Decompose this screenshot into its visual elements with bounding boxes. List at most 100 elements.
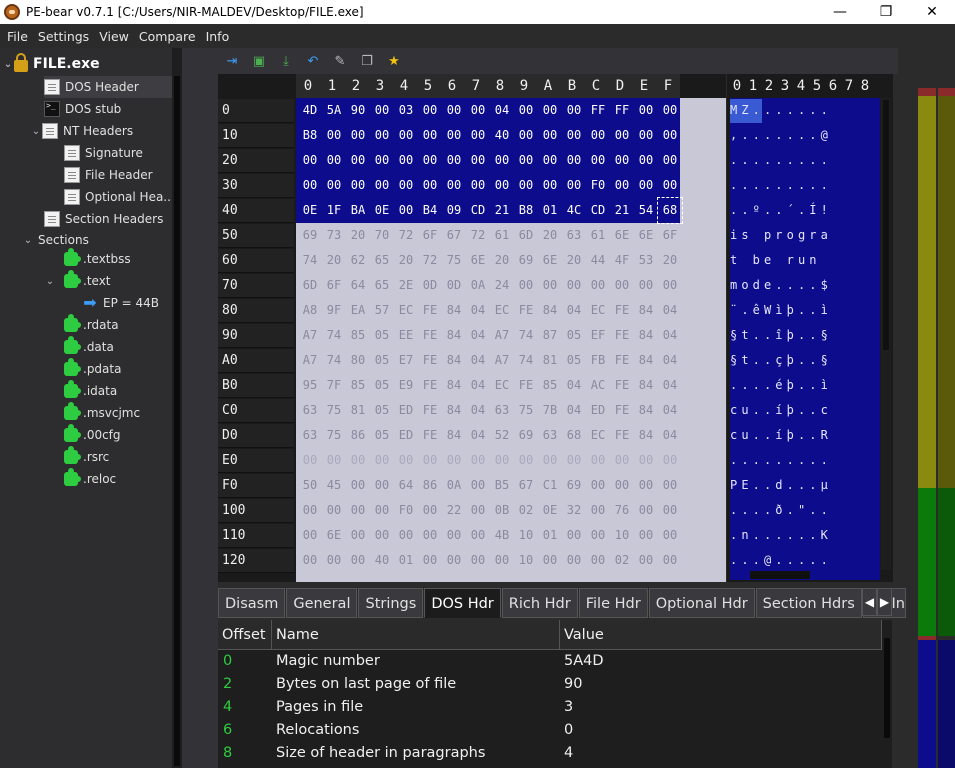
hex-byte[interactable]: 00 xyxy=(538,548,562,573)
ascii-row[interactable]: ,.......@ xyxy=(730,123,832,148)
copy-icon[interactable]: ❐ xyxy=(357,51,377,71)
hex-byte[interactable]: 87 xyxy=(538,323,562,348)
hex-byte[interactable]: 20 xyxy=(658,248,682,273)
hex-byte[interactable]: 84 xyxy=(442,423,466,448)
hex-byte[interactable]: 72 xyxy=(394,223,418,248)
hex-row[interactable]: 0E 1F BA 0E 00 B4 09 CD 21 B8 01 4C CD 21 54 68 xyxy=(298,197,683,224)
hex-byte[interactable]: 81 xyxy=(538,348,562,373)
hex-byte[interactable]: 00 xyxy=(394,448,418,473)
hex-byte[interactable]: 84 xyxy=(634,348,658,373)
hex-byte[interactable]: 63 xyxy=(490,398,514,423)
hex-byte[interactable]: 05 xyxy=(562,348,586,373)
hex-byte[interactable]: 1F xyxy=(322,198,346,223)
hex-byte[interactable]: 5A xyxy=(322,98,346,123)
hex-byte[interactable]: 52 xyxy=(490,423,514,448)
hex-byte[interactable]: 6F xyxy=(322,273,346,298)
hex-row[interactable]: 74 20 62 65 20 72 75 6E 20 69 6E 20 44 4F 53 20 xyxy=(298,248,682,273)
hex-byte[interactable]: E9 xyxy=(394,373,418,398)
ascii-row[interactable]: MZ....... xyxy=(730,98,832,123)
tree-item-section[interactable]: .data xyxy=(64,336,114,358)
hex-byte[interactable]: FE xyxy=(418,398,442,423)
hex-byte[interactable]: 61 xyxy=(490,223,514,248)
save-icon[interactable]: ▣ xyxy=(249,51,269,71)
hex-byte[interactable]: 86 xyxy=(346,423,370,448)
hex-byte[interactable]: 61 xyxy=(586,223,610,248)
hex-byte[interactable]: 00 xyxy=(394,148,418,173)
hex-byte[interactable]: 68 xyxy=(657,197,683,224)
hex-byte[interactable]: 7F xyxy=(322,373,346,398)
hex-byte[interactable]: 0A xyxy=(442,473,466,498)
hex-byte[interactable]: 64 xyxy=(394,473,418,498)
hex-byte[interactable]: 00 xyxy=(610,448,634,473)
ascii-row[interactable]: .n......K xyxy=(730,523,832,548)
hex-byte[interactable]: 04 xyxy=(562,373,586,398)
hex-byte[interactable]: 00 xyxy=(514,448,538,473)
hex-byte[interactable]: EA xyxy=(346,298,370,323)
hex-byte[interactable]: 00 xyxy=(442,448,466,473)
hex-byte[interactable]: 00 xyxy=(610,173,634,198)
hex-byte[interactable]: 00 xyxy=(610,273,634,298)
menu-compare[interactable]: Compare xyxy=(134,29,201,44)
tree-item-section[interactable]: ⌄ .text xyxy=(44,270,111,292)
hex-byte[interactable]: 63 xyxy=(298,423,322,448)
hex-byte[interactable]: 00 xyxy=(466,173,490,198)
hex-byte[interactable]: FE xyxy=(418,323,442,348)
ascii-vertical-scrollbar[interactable] xyxy=(881,98,891,570)
scrollbar-thumb[interactable] xyxy=(174,76,180,766)
tree-item-section[interactable]: .rsrc xyxy=(64,446,109,468)
hex-byte[interactable]: 04 xyxy=(562,398,586,423)
hex-byte[interactable]: 00 xyxy=(562,98,586,123)
tree-root-file[interactable]: ⌄ FILE.exe xyxy=(2,53,100,75)
hex-byte[interactable]: 00 xyxy=(466,148,490,173)
hex-row[interactable]: 63 75 86 05 ED FE 84 04 52 69 63 68 EC FE 84 04 xyxy=(298,423,682,448)
hex-byte[interactable]: FE xyxy=(610,373,634,398)
hex-byte[interactable]: 00 xyxy=(490,173,514,198)
tree-item-section[interactable]: .textbss xyxy=(64,248,131,270)
hex-byte[interactable]: A7 xyxy=(490,348,514,373)
ascii-row[interactable]: ......... xyxy=(730,448,832,473)
hex-byte[interactable]: 00 xyxy=(466,523,490,548)
hex-byte[interactable]: 00 xyxy=(346,523,370,548)
hex-byte[interactable]: 80 xyxy=(346,348,370,373)
hex-byte[interactable]: 84 xyxy=(634,298,658,323)
hex-byte[interactable]: 00 xyxy=(346,123,370,148)
hex-byte[interactable]: B4 xyxy=(418,198,442,223)
hex-byte[interactable]: 00 xyxy=(562,148,586,173)
hex-byte[interactable]: ED xyxy=(586,398,610,423)
ascii-row[interactable]: ..º..´.Í! xyxy=(730,198,832,223)
tab-dos-hdr[interactable]: DOS Hdr xyxy=(424,588,501,618)
hex-byte[interactable]: 84 xyxy=(634,423,658,448)
hex-byte[interactable]: 00 xyxy=(442,98,466,123)
hex-byte[interactable]: FE xyxy=(418,373,442,398)
hex-row[interactable]: 69 73 20 70 72 6F 67 72 61 6D 20 63 61 6E 6E 6F xyxy=(298,223,682,248)
hex-byte[interactable]: 6F xyxy=(418,223,442,248)
hex-byte[interactable]: 00 xyxy=(634,123,658,148)
hex-byte[interactable]: 21 xyxy=(610,198,634,223)
hex-byte[interactable]: B8 xyxy=(514,198,538,223)
tree-item-entry-point[interactable]: ➡ EP = 44B xyxy=(82,292,159,314)
hex-byte[interactable]: AC xyxy=(586,373,610,398)
hex-byte[interactable]: 00 xyxy=(322,448,346,473)
hex-byte[interactable]: 00 xyxy=(298,498,322,523)
hex-byte[interactable]: 69 xyxy=(562,473,586,498)
hex-byte[interactable]: 95 xyxy=(298,373,322,398)
hex-byte[interactable]: 00 xyxy=(586,548,610,573)
maximize-button[interactable]: ❐ xyxy=(863,0,909,24)
hex-byte[interactable]: 0E xyxy=(298,198,322,223)
hex-byte[interactable]: 74 xyxy=(298,248,322,273)
hex-byte[interactable]: 4C xyxy=(562,198,586,223)
hex-byte[interactable]: 00 xyxy=(466,123,490,148)
tab-rich-hdr[interactable]: Rich Hdr xyxy=(501,588,578,618)
hex-byte[interactable]: 63 xyxy=(298,398,322,423)
hex-byte[interactable]: 04 xyxy=(658,323,682,348)
hex-byte[interactable]: 76 xyxy=(610,498,634,523)
hex-byte[interactable]: 00 xyxy=(490,148,514,173)
hex-byte[interactable]: 04 xyxy=(466,373,490,398)
close-button[interactable]: ✕ xyxy=(909,0,955,24)
hex-byte[interactable]: FB xyxy=(586,348,610,373)
hex-byte[interactable]: 03 xyxy=(394,98,418,123)
hex-row[interactable]: 63 75 81 05 ED FE 84 04 63 75 7B 04 ED FE 84 04 xyxy=(298,398,682,423)
hex-byte[interactable]: 04 xyxy=(658,373,682,398)
hex-byte[interactable]: 00 xyxy=(538,148,562,173)
hex-byte[interactable]: 73 xyxy=(322,223,346,248)
